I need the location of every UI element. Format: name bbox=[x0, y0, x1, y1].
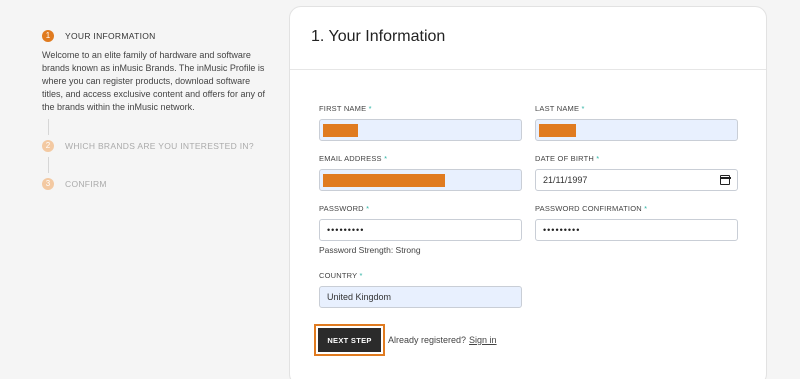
password-strength: Password Strength: Strong bbox=[319, 245, 421, 255]
information-form-card: 1. Your Information FIRST NAME * LAST NA… bbox=[289, 6, 767, 379]
intro-description: Welcome to an elite family of hardware a… bbox=[42, 50, 265, 112]
step-connector bbox=[48, 157, 49, 173]
step-label-2: WHICH BRANDS ARE YOU INTERESTED IN? bbox=[65, 141, 254, 151]
password-label: PASSWORD bbox=[319, 204, 364, 213]
required-mark: * bbox=[644, 204, 648, 213]
dob-value: 21/11/1997 bbox=[543, 175, 588, 185]
step-label-3: CONFIRM bbox=[65, 179, 107, 189]
required-mark: * bbox=[368, 104, 372, 113]
dob-field: DATE OF BIRTH * 21/11/1997 bbox=[535, 154, 738, 191]
required-mark: * bbox=[384, 154, 388, 163]
form-title: 1. Your Information bbox=[311, 28, 446, 45]
password-confirm-input[interactable]: ••••••••• bbox=[535, 219, 738, 241]
sign-in-link[interactable]: Sign in bbox=[469, 335, 497, 345]
country-field: COUNTRY * United Kingdom bbox=[319, 271, 522, 308]
form-actions: NEXT STEP Already registered? Sign in bbox=[314, 324, 497, 356]
step-label-1: YOUR INFORMATION bbox=[65, 31, 156, 41]
step-number-1: 1 bbox=[42, 30, 54, 42]
country-select[interactable]: United Kingdom bbox=[319, 286, 522, 308]
country-label: COUNTRY bbox=[319, 271, 358, 280]
first-name-field: FIRST NAME * bbox=[319, 104, 522, 141]
step-number-3: 3 bbox=[42, 178, 54, 190]
last-name-input[interactable] bbox=[535, 119, 738, 141]
registration-page: 1 YOUR INFORMATION Welcome to an elite f… bbox=[0, 0, 800, 379]
step-confirm: 3 CONFIRM bbox=[42, 178, 272, 190]
redacted-value bbox=[323, 124, 358, 137]
password-confirm-field: PASSWORD CONFIRMATION * ••••••••• bbox=[535, 204, 738, 241]
already-registered-text: Already registered? bbox=[388, 335, 467, 345]
country-value: United Kingdom bbox=[327, 292, 392, 302]
password-confirm-label: PASSWORD CONFIRMATION bbox=[535, 204, 642, 213]
step-your-information: 1 YOUR INFORMATION bbox=[42, 30, 272, 42]
required-mark: * bbox=[366, 204, 370, 213]
email-field: EMAIL ADDRESS * bbox=[319, 154, 522, 191]
step-connector bbox=[48, 119, 49, 135]
dob-input[interactable]: 21/11/1997 bbox=[535, 169, 738, 191]
step-brands: 2 WHICH BRANDS ARE YOU INTERESTED IN? bbox=[42, 140, 272, 152]
required-mark: * bbox=[596, 154, 600, 163]
title-divider bbox=[290, 69, 766, 70]
required-mark: * bbox=[359, 271, 363, 280]
email-label: EMAIL ADDRESS bbox=[319, 154, 382, 163]
step-number-2: 2 bbox=[42, 140, 54, 152]
redacted-value bbox=[539, 124, 576, 137]
first-name-label: FIRST NAME bbox=[319, 104, 367, 113]
last-name-label: LAST NAME bbox=[535, 104, 580, 113]
redacted-value bbox=[323, 174, 445, 187]
last-name-field: LAST NAME * bbox=[535, 104, 738, 141]
required-mark: * bbox=[581, 104, 585, 113]
email-input[interactable] bbox=[319, 169, 522, 191]
next-step-highlight: NEXT STEP bbox=[314, 324, 385, 356]
first-name-input[interactable] bbox=[319, 119, 522, 141]
progress-stepper: 1 YOUR INFORMATION Welcome to an elite f… bbox=[42, 30, 272, 190]
password-confirm-value: ••••••••• bbox=[543, 225, 581, 235]
password-field: PASSWORD * ••••••••• Password Strength: … bbox=[319, 204, 522, 255]
password-input[interactable]: ••••••••• bbox=[319, 219, 522, 241]
calendar-icon[interactable] bbox=[719, 175, 731, 185]
dob-label: DATE OF BIRTH bbox=[535, 154, 594, 163]
password-value: ••••••••• bbox=[327, 225, 365, 235]
next-step-button[interactable]: NEXT STEP bbox=[318, 328, 381, 352]
